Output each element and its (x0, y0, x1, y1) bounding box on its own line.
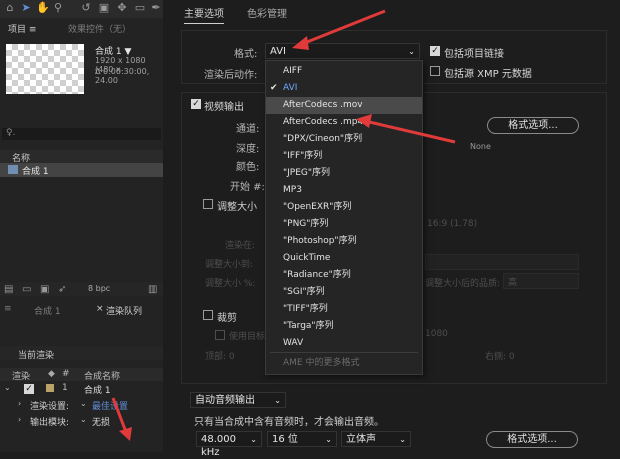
arrow-to-output-module (111, 397, 132, 441)
arrow-to-aftercodecs-mp4 (356, 114, 456, 144)
annotation-arrows (111, 9, 456, 441)
arrow-to-format (292, 9, 386, 50)
